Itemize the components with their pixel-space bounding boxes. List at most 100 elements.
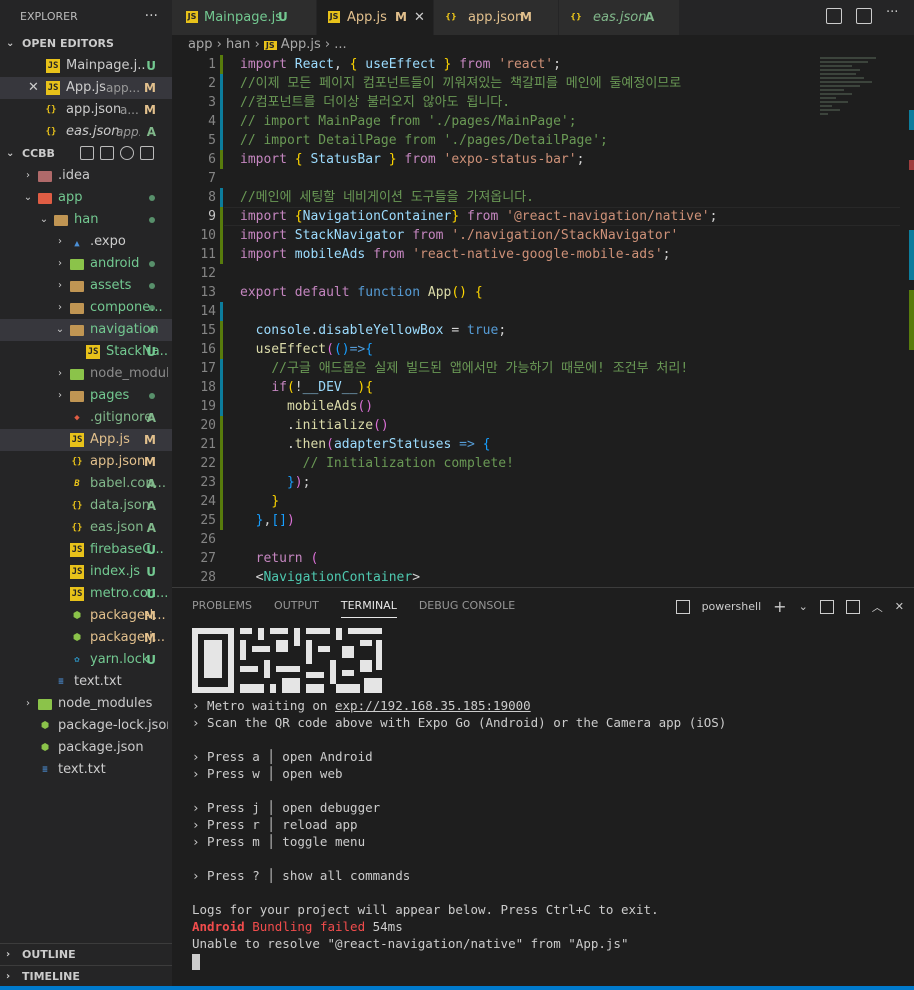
tree-file[interactable]: ⬢ package-lock.json	[0, 715, 172, 737]
tree-file[interactable]: ⬢ package-l... M	[0, 605, 172, 627]
tree-file[interactable]: Bbabel.con... A	[0, 473, 172, 495]
terminal-shell-name[interactable]: powershell	[702, 600, 762, 613]
more-actions-icon[interactable]: ···	[886, 6, 902, 24]
tree-file[interactable]: JS App.js M	[0, 429, 172, 451]
js-file-icon: JS	[46, 81, 60, 95]
breadcrumb-item[interactable]: App.js	[281, 37, 321, 52]
tree-folder[interactable]: › .idea	[0, 165, 172, 187]
tree-file[interactable]: JS StackNa... U	[0, 341, 172, 363]
line-number: 18	[200, 380, 216, 395]
tree-file[interactable]: ≡ text.txt	[0, 759, 172, 781]
tree-file[interactable]: ✿ yarn.lock U	[0, 649, 172, 671]
line-number: 15	[200, 323, 216, 338]
open-editor-detail: app...	[116, 125, 140, 139]
tab-problems[interactable]: PROBLEMS	[192, 588, 252, 624]
tree-file[interactable]: {} eas.json A	[0, 517, 172, 539]
new-folder-icon[interactable]	[100, 146, 114, 160]
project-header[interactable]: ⌄ CCBB	[0, 143, 172, 165]
tab-output[interactable]: OUTPUT	[274, 588, 319, 624]
line-number: 6	[208, 152, 216, 167]
tab-app-json[interactable]: {} app.json M	[434, 0, 558, 35]
terminal-line: Android Bundling failed 54ms	[192, 918, 907, 935]
tree-file[interactable]: {} data.json A	[0, 495, 172, 517]
tree-file[interactable]: JS index.js U	[0, 561, 172, 583]
line-number: 28	[200, 570, 216, 585]
open-editor-item[interactable]: JS Mainpage.j... U	[0, 55, 172, 77]
json-file-icon: {}	[45, 105, 57, 115]
line-number: 4	[208, 114, 216, 129]
tree-folder[interactable]: › compone...	[0, 297, 172, 319]
tree-folder[interactable]: ⌄ han	[0, 209, 172, 231]
code-line-20: .initialize()	[240, 418, 389, 433]
chevron-right-icon: ›	[6, 971, 11, 982]
tree-file[interactable]: {} app.json M	[0, 451, 172, 473]
terminal-link[interactable]: exp://192.168.35.185:19000	[335, 698, 531, 713]
outline-header[interactable]: › OUTLINE	[0, 943, 172, 965]
tree-folder[interactable]: ⌄ navigation	[0, 319, 172, 341]
tab-terminal[interactable]: TERMINAL	[340, 588, 397, 618]
open-editor-item[interactable]: {} app.json a... M	[0, 99, 172, 121]
tree-file[interactable]: JS firebaseC... U	[0, 539, 172, 561]
add-terminal-icon[interactable]: +	[773, 597, 786, 616]
split-editor-icon[interactable]	[856, 8, 872, 24]
tab-mainpage[interactable]: JS Mainpage.js U	[172, 0, 316, 35]
terminal-prompt[interactable]	[192, 952, 907, 970]
code-line-19: mobileAds()	[286, 399, 374, 414]
tree-folder[interactable]: › ▲ .expo	[0, 231, 172, 253]
file-tree: › .idea ⌄ app ⌄ han › ▲ .expo › android › assets › com…	[0, 165, 172, 781]
qr-code-image	[192, 626, 382, 693]
collapse-all-icon[interactable]	[140, 146, 154, 160]
open-editor-name: app.json	[66, 102, 122, 117]
breadcrumb-item[interactable]: app	[188, 37, 212, 52]
open-editor-item[interactable]: {} eas.json app... A	[0, 121, 172, 143]
terminal-output[interactable]: › Metro waiting on exp://192.168.35.185:…	[192, 626, 907, 970]
js-file-icon: JS	[46, 59, 60, 73]
tab-eas-json[interactable]: {} eas.json A	[559, 0, 679, 35]
git-status: U	[146, 565, 156, 579]
open-editor-item[interactable]: ✕ JS App.js app... M	[0, 77, 172, 99]
breadcrumb-item[interactable]: han	[226, 37, 250, 52]
tab-debug-console[interactable]: DEBUG CONSOLE	[419, 588, 515, 624]
tree-folder[interactable]: ⌄ app	[0, 187, 172, 209]
open-editors-header[interactable]: ⌄ OPEN EDITORS	[0, 33, 172, 55]
tree-folder[interactable]: › android	[0, 253, 172, 275]
maximize-panel-icon[interactable]: ︿	[872, 599, 883, 615]
refresh-icon[interactable]	[120, 146, 134, 160]
breadcrumb-item[interactable]: ...	[334, 37, 346, 52]
timeline-header[interactable]: › TIMELINE	[0, 965, 172, 987]
trash-icon[interactable]	[845, 599, 860, 614]
tree-folder[interactable]: › node_modules	[0, 363, 172, 385]
terminal-line: › Press w │ open web	[192, 766, 343, 781]
tab-app-js[interactable]: JS App.js M ✕	[317, 0, 433, 35]
tree-file[interactable]: ≡ text.txt	[0, 671, 172, 693]
code-editor[interactable]: 1 2 3 4 5 6 7 8 9 10 11 12 13 14 15 16 17 18 19 20 21 22 23 24 2…	[172, 55, 914, 587]
tree-file[interactable]: ⬢ package.json	[0, 737, 172, 759]
tree-folder[interactable]: › node_modules	[0, 693, 172, 715]
close-icon[interactable]: ✕	[414, 0, 425, 35]
close-icon[interactable]: ✕	[28, 77, 39, 99]
close-panel-icon[interactable]: ✕	[895, 600, 904, 613]
tree-folder[interactable]: › assets	[0, 275, 172, 297]
git-status: U	[146, 587, 156, 601]
line-number: 3	[208, 95, 216, 110]
line-number: 23	[200, 475, 216, 490]
chevron-down-icon[interactable]: ⌄	[799, 600, 808, 613]
tree-folder[interactable]: › pages	[0, 385, 172, 407]
tree-file[interactable]: ⬢ package.j... M	[0, 627, 172, 649]
split-terminal-icon[interactable]	[819, 599, 834, 614]
open-changes-icon[interactable]	[826, 8, 842, 24]
git-status: U	[146, 345, 156, 359]
git-status: M	[520, 10, 532, 24]
more-actions-icon[interactable]: ···	[145, 0, 158, 33]
terminal-blank	[192, 884, 907, 901]
new-file-icon[interactable]	[80, 146, 94, 160]
terminal-line: › Scan the QR code above with Expo Go (A…	[192, 715, 727, 730]
minimap[interactable]	[820, 55, 900, 135]
tree-file[interactable]: ◆ .gitignore A	[0, 407, 172, 429]
tree-item-label: metro.con...	[90, 586, 168, 601]
git-status: M	[395, 10, 407, 24]
terminal-error-text: Bundling failed	[244, 919, 373, 934]
tree-file[interactable]: JS metro.con... U	[0, 583, 172, 605]
line-number: 13	[200, 285, 216, 300]
code-line-13: export default function App() {	[240, 285, 483, 300]
